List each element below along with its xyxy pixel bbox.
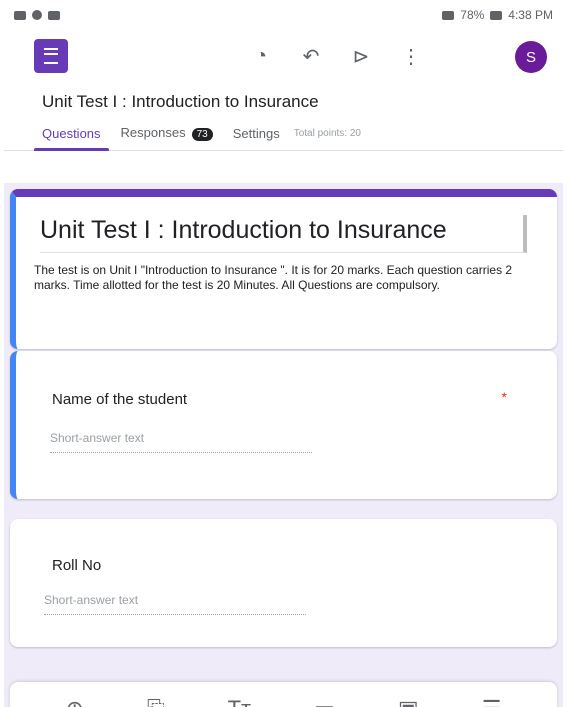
forms-list-icon[interactable] [34,39,68,73]
clock: 4:38 PM [508,8,553,22]
tab-responses-label: Responses [120,125,186,140]
palette-icon[interactable]: ◔ [249,45,273,68]
form-header-card[interactable]: Unit Test I : Introduction to Insurance … [10,189,557,349]
tab-settings[interactable]: Settings [223,126,290,150]
add-item-toolbar: ⊕ ⎘ Tт ▭ ▣ ☰ [10,682,557,707]
gallery-notification-icon [14,10,26,20]
section-icon[interactable]: ☰ [482,698,502,707]
tab-questions[interactable]: Questions [32,126,111,151]
video-icon[interactable]: ▣ [398,698,419,707]
form-description[interactable]: The test is on Unit I "Introduction to I… [34,263,543,293]
question-title[interactable]: Roll No [52,557,101,574]
status-bar: 78% 4:38 PM [4,0,563,30]
more-vert-icon[interactable]: ⋮ [399,44,423,69]
responses-count-badge: 73 [191,128,213,141]
form-title: Unit Test I : Introduction to Insurance [42,92,319,111]
battery-percent: 78% [460,8,485,22]
tab-responses[interactable]: Responses 73 [111,125,223,150]
top-toolbar: ◔ ↶ ⊳ ⋮ S [4,30,563,82]
total-points: Total points: 20 [293,128,361,139]
toolbar-actions: ◔ ↶ ⊳ ⋮ [249,30,423,82]
short-answer-placeholder: Short-answer text [44,593,306,615]
message-notification-icon [48,10,60,20]
signal-icon [442,10,455,20]
app-frame: 78% 4:38 PM ◔ ↶ ⊳ ⋮ S Unit Test I : Intr… [4,0,563,707]
add-question-icon[interactable]: ⊕ [66,698,84,707]
short-answer-placeholder: Short-answer text [50,431,312,453]
send-icon[interactable]: ⊳ [349,44,373,69]
form-canvas: Unit Test I : Introduction to Insurance … [4,183,563,707]
question-title[interactable]: Name of the student [52,391,187,408]
undo-icon[interactable]: ↶ [299,44,323,69]
image-icon[interactable]: ▭ [314,698,335,707]
avatar[interactable]: S [515,41,547,73]
question-card-name[interactable]: Name of the student * Short-answer text [10,351,557,499]
title-text-icon[interactable]: Tт [228,698,252,707]
import-icon[interactable]: ⎘ [147,698,165,707]
question-card-roll-no[interactable]: Roll No Short-answer text [10,519,557,647]
form-header-title[interactable]: Unit Test I : Introduction to Insurance [40,215,527,253]
shield-notification-icon [32,10,42,20]
status-notification-icons [14,10,60,20]
tab-bar: Questions Responses 73 Settings Total poi… [4,118,563,151]
battery-icon [490,10,503,20]
status-system-icons: 78% 4:38 PM [442,8,553,22]
required-asterisk: * [501,389,507,405]
